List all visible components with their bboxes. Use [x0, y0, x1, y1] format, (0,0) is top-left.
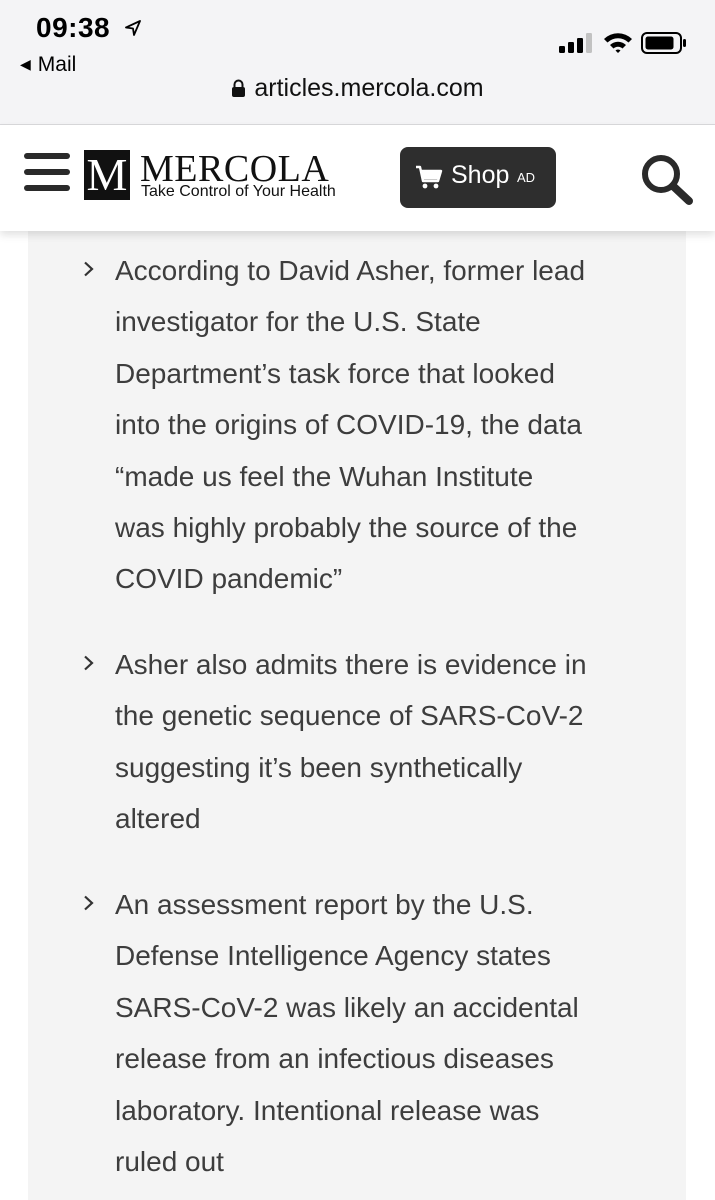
bullet-line: Defense Intelligence Agency states [115, 940, 551, 972]
back-app-label: Mail [37, 53, 77, 76]
location-arrow-icon [125, 20, 141, 36]
bullet-line: suggesting it’s been synthetically [115, 751, 523, 783]
shopping-cart-icon [416, 165, 443, 189]
bullet-line: the genetic sequence of SARS-CoV-2 [115, 700, 584, 732]
bullet-line: into the origins of COVID-19, the data [115, 409, 582, 441]
logo-mark: M [84, 150, 130, 200]
bullet-line: COVID pandemic” [115, 563, 343, 595]
bullet-line: altered [115, 803, 201, 835]
bullet-line: laboratory. Intentional release was [115, 1094, 540, 1126]
lock-icon [232, 79, 246, 97]
cellular-signal-icon [559, 33, 592, 53]
search-icon[interactable] [640, 153, 694, 205]
bullet-line: ruled out [115, 1146, 224, 1178]
bullet-line: According to David Asher, former lead [115, 255, 586, 286]
shop-label: Shop [451, 161, 510, 189]
article-key-points: According to David Asher, former lead in… [28, 231, 686, 1200]
bullet-line: release from an infectious diseases [115, 1043, 554, 1075]
battery-icon [641, 32, 686, 54]
bullet-text: Asher also admits there is evidence in t… [115, 639, 655, 845]
shop-button[interactable]: Shop AD [400, 147, 556, 208]
bullet-line: “made us feel the Wuhan Institute [115, 460, 534, 492]
bullet-line: An assessment report by the U.S. [115, 889, 534, 920]
bullet-line: investigator for the U.S. State [115, 306, 481, 338]
bullet-line: Asher also admits there is evidence in [115, 649, 587, 680]
chevron-right-icon [84, 895, 94, 911]
bullet-line: Department’s task force that looked [115, 357, 555, 389]
bullet-line: was highly probably the source of the [115, 512, 578, 544]
back-triangle-icon: ◀ [20, 56, 31, 72]
address-bar[interactable]: articles.mercola.com [0, 74, 715, 103]
ad-badge: AD [517, 170, 536, 185]
bullet-line: SARS-CoV-2 was likely an accidental [115, 991, 579, 1023]
site-header: M MERCOLA Take Control of Your Health Sh… [0, 125, 715, 231]
url-text: articles.mercola.com [254, 74, 484, 102]
bullet-text: According to David Asher, former lead in… [115, 245, 655, 605]
logo-tagline: Take Control of Your Health [141, 183, 336, 200]
hamburger-menu-icon[interactable] [24, 153, 70, 195]
mercola-logo[interactable]: M MERCOLA Take Control of Your Health [84, 148, 354, 202]
bullet-text: An assessment report by the U.S. Defense… [115, 879, 655, 1187]
wifi-icon [604, 33, 632, 53]
status-time: 09:38 [36, 12, 111, 43]
chevron-right-icon [84, 261, 94, 277]
chevron-right-icon [84, 655, 94, 671]
browser-chrome: 09:38 ◀ Mail articles.mercola.com [0, 0, 715, 125]
